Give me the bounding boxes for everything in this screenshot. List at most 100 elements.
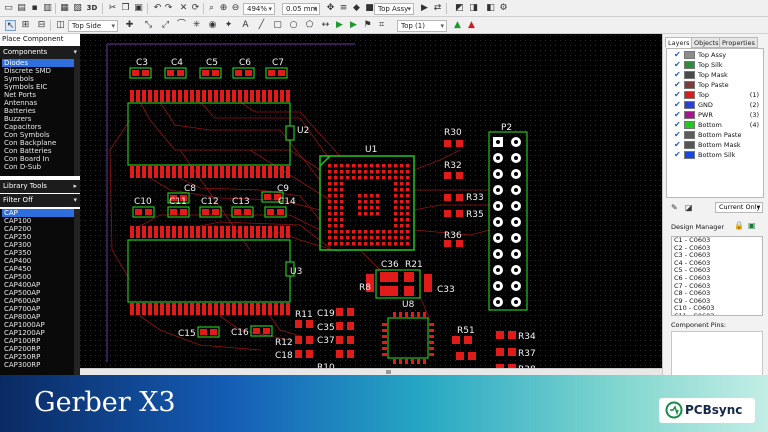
layer-visible-check-icon[interactable]: ✔	[674, 150, 681, 160]
layer-settings-icon[interactable]: ◪	[685, 202, 693, 214]
part-item[interactable]: CAP600AP	[2, 297, 80, 305]
via-icon[interactable]: ◉	[207, 20, 218, 31]
layer-stack-icon[interactable]: ≡	[338, 3, 349, 14]
flag-icon[interactable]: ⚑	[362, 20, 373, 31]
part-item[interactable]: CAP200RP	[2, 345, 80, 353]
netlist-icon[interactable]: ◨	[468, 3, 479, 14]
tab-objects[interactable]: Objects	[691, 37, 722, 48]
tab-properties[interactable]: Properties	[719, 37, 758, 48]
layer-visible-check-icon[interactable]: ✔	[674, 120, 681, 130]
copper-pour-icon[interactable]: ▲	[452, 20, 463, 31]
gerber-icon[interactable]: ◧	[485, 3, 496, 14]
copy-icon[interactable]: ❐	[120, 3, 131, 14]
measure-icon[interactable]: ✥	[325, 3, 336, 14]
layer-visible-check-icon[interactable]: ✔	[674, 60, 681, 70]
undo-icon[interactable]: ↶	[152, 3, 163, 14]
pan-icon[interactable]: ✚	[124, 20, 135, 31]
category-item[interactable]: Con D-Sub	[2, 163, 80, 171]
filter-dropdown[interactable]: Filter Off	[0, 194, 80, 207]
zoom-out-icon[interactable]: ⊖	[230, 3, 241, 14]
category-item[interactable]: Con Board In	[2, 155, 80, 163]
category-item[interactable]: Symbols EIC	[2, 83, 80, 91]
open-icon[interactable]: ▤	[16, 3, 27, 14]
layer-color-swatch[interactable]	[684, 71, 695, 79]
components-dropdown[interactable]: Components	[0, 46, 80, 59]
layer-visible-check-icon[interactable]: ✔	[674, 80, 681, 90]
layer-color-swatch[interactable]	[684, 121, 695, 129]
settings-icon[interactable]: ⚙	[498, 3, 509, 14]
part-item[interactable]: CAP400	[2, 257, 80, 265]
part-item[interactable]: CAP400AP	[2, 281, 80, 289]
pad-icon[interactable]: ✦	[223, 20, 234, 31]
layer-color-swatch[interactable]	[684, 91, 695, 99]
part-item[interactable]: CAP300	[2, 241, 80, 249]
category-item[interactable]: Con Symbols	[2, 131, 80, 139]
step-icon[interactable]: ▶	[348, 20, 359, 31]
highlight-icon[interactable]: ◆	[351, 3, 362, 14]
category-item[interactable]: Capacitors	[2, 123, 80, 131]
circle-icon[interactable]: ○	[288, 20, 299, 31]
part-item[interactable]: CAP100RP	[2, 337, 80, 345]
scroll-thumb[interactable]	[386, 370, 391, 374]
tab-layers[interactable]: Layers	[665, 37, 693, 48]
delete-icon[interactable]: ✕	[178, 3, 189, 14]
layer-row[interactable]: ✔ Bottom Paste	[667, 130, 763, 140]
layer-color-swatch[interactable]	[684, 111, 695, 119]
category-item[interactable]: Con Backplane	[2, 139, 80, 147]
layer-color-swatch[interactable]	[684, 51, 695, 59]
pin-icon[interactable]: ✎	[671, 202, 678, 214]
part-item[interactable]: CAP100	[2, 217, 80, 225]
layer-visible-check-icon[interactable]: ✔	[674, 100, 681, 110]
side-select[interactable]: Top Side	[68, 20, 118, 32]
layer-color-swatch[interactable]	[684, 151, 695, 159]
design-manager-item[interactable]: C11 - C0603	[672, 312, 762, 315]
part-item[interactable]: CAP300RP	[2, 361, 80, 369]
layer-visible-check-icon[interactable]: ✔	[674, 70, 681, 80]
category-item[interactable]: Antennas	[2, 99, 80, 107]
category-item[interactable]: Diodes	[2, 59, 80, 67]
part-item[interactable]: CAP800AP	[2, 313, 80, 321]
view-mode-select[interactable]: Current Only	[715, 202, 763, 213]
dimension-icon[interactable]: ↔	[320, 20, 331, 31]
category-item[interactable]: Batteries	[2, 107, 80, 115]
part-item[interactable]: CAP250RP	[2, 353, 80, 361]
part-item[interactable]: CAP350	[2, 249, 80, 257]
layer-row[interactable]: ✔ Top (1)	[667, 90, 763, 100]
layer-color-swatch[interactable]	[684, 101, 695, 109]
rotate-icon[interactable]: ⟳	[190, 3, 201, 14]
design-manager-list[interactable]: C1 - C0603 C2 - C0603 C3 - C0603 C4 - C0603…	[671, 236, 763, 316]
part-list[interactable]: CAP CAP100 CAP200 CAP250 CAP300 CAP350 CAP400 C…	[0, 209, 80, 375]
part-item[interactable]: CAP1200AP	[2, 329, 80, 337]
text-icon[interactable]: A	[240, 20, 251, 31]
drc-icon[interactable]: ◩	[454, 3, 465, 14]
route-tool-icon[interactable]: ⊟	[36, 20, 47, 31]
place-tool-icon[interactable]: ⊞	[20, 20, 31, 31]
layer-row[interactable]: ✔ Top Assy	[667, 50, 763, 60]
layer-visible-check-icon[interactable]: ✔	[674, 110, 681, 120]
layer-visible-check-icon[interactable]: ✔	[674, 140, 681, 150]
redo-icon[interactable]: ↷	[163, 3, 174, 14]
next-layer-icon[interactable]: ▶	[419, 3, 430, 14]
ratsnest-icon[interactable]: ⌗	[376, 20, 387, 31]
dm-refresh-icon[interactable]: ▣	[748, 220, 756, 232]
layer-visible-check-icon[interactable]: ✔	[674, 130, 681, 140]
rect-icon[interactable]: ▢	[272, 20, 283, 31]
part-item[interactable]: CAP200	[2, 225, 80, 233]
part-item[interactable]: CAP	[2, 209, 80, 217]
part-item[interactable]: CAP500AP	[2, 289, 80, 297]
layer-color-swatch[interactable]	[684, 131, 695, 139]
part-item[interactable]: CAP250	[2, 233, 80, 241]
arc-icon[interactable]: ⌒	[176, 20, 187, 31]
layer-row[interactable]: ✔ Bottom Silk	[667, 150, 763, 160]
zoom-icon[interactable]: ⌕	[206, 3, 217, 14]
cut-icon[interactable]: ✂	[107, 3, 118, 14]
part-item[interactable]: CAP700AP	[2, 305, 80, 313]
active-layer-select[interactable]: Top (1)	[397, 20, 447, 32]
category-item[interactable]: Discrete SMD	[2, 67, 80, 75]
part-item[interactable]: CAP500	[2, 273, 80, 281]
layer-row[interactable]: ✔ GND (2)	[667, 100, 763, 110]
part-item[interactable]: CAP1000AP	[2, 321, 80, 329]
zoom-in-icon[interactable]: ⊕	[218, 3, 229, 14]
route-45-icon[interactable]: ⤡	[143, 20, 154, 31]
layer-row[interactable]: ✔ Top Mask	[667, 70, 763, 80]
